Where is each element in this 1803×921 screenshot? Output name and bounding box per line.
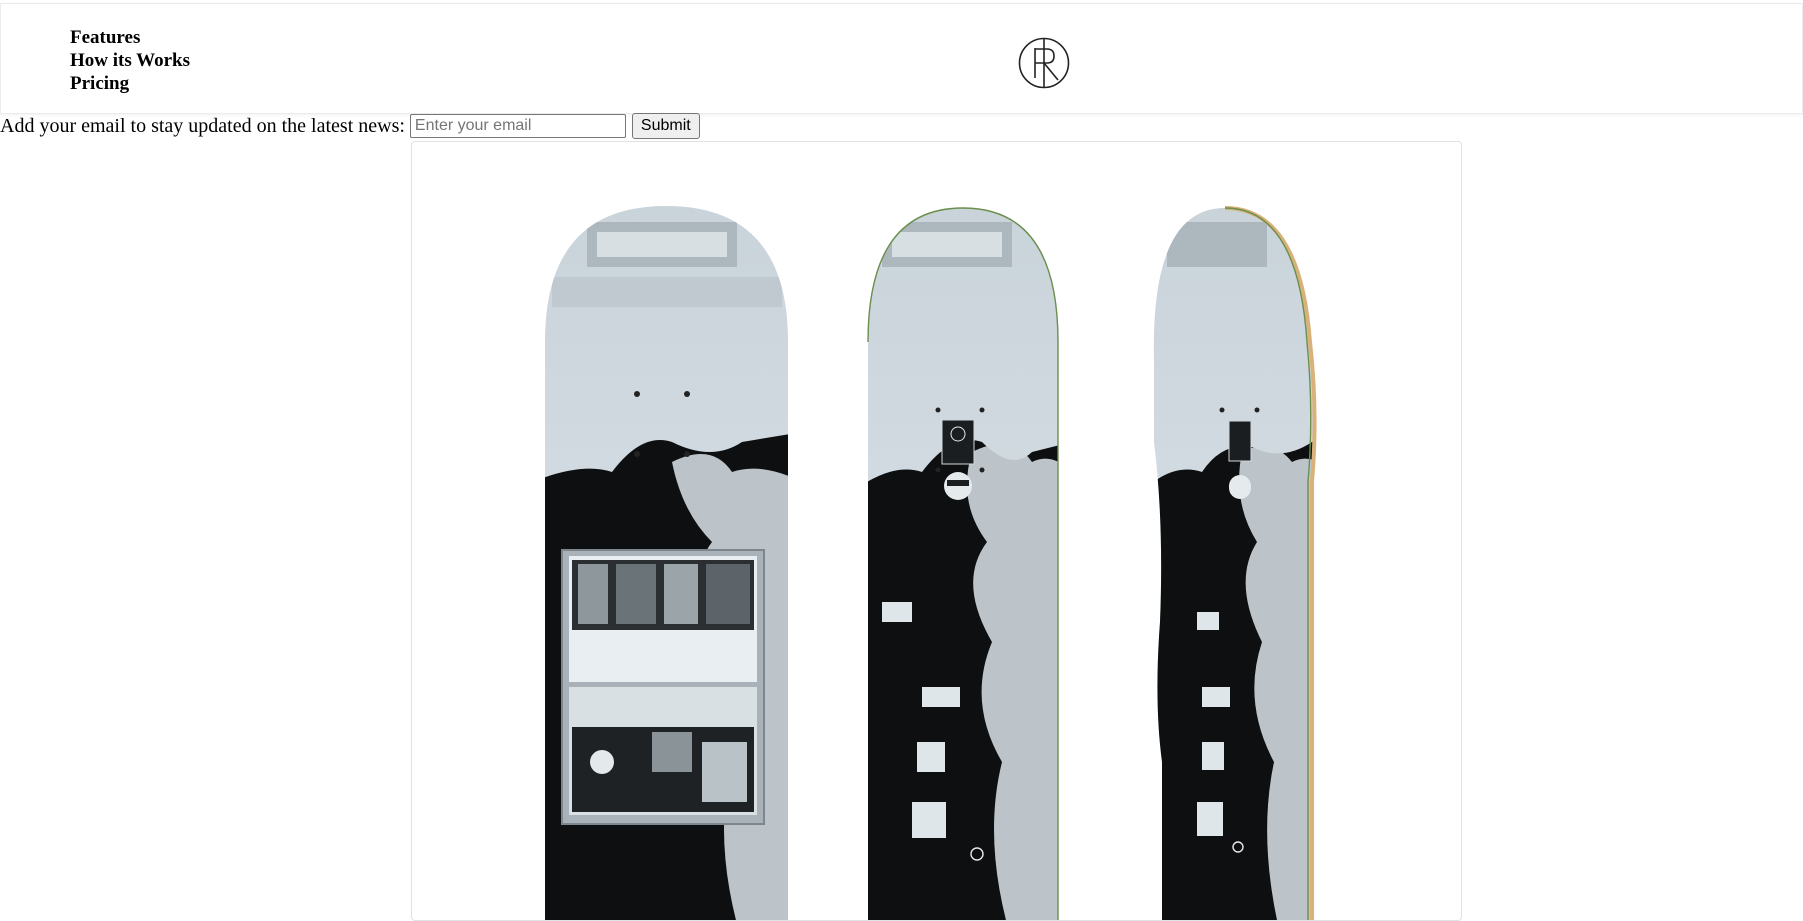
main-nav: Features How its Works Pricing — [70, 26, 190, 95]
newsletter-signup: Add your email to stay updated on the la… — [0, 112, 700, 140]
nav-item-how-it-works[interactable]: How its Works — [70, 49, 190, 72]
nav-item-features[interactable]: Features — [70, 26, 190, 49]
deck-1 — [545, 206, 788, 920]
site-header: Features How its Works Pricing — [0, 3, 1803, 114]
polar-logo-icon[interactable] — [1018, 34, 1070, 92]
email-field[interactable] — [409, 114, 626, 138]
nav-item-pricing[interactable]: Pricing — [70, 72, 190, 95]
submit-button[interactable]: Submit — [631, 113, 700, 139]
skateboard-decks-image — [545, 206, 1317, 920]
newsletter-label: Add your email to stay updated on the la… — [0, 114, 405, 137]
product-card — [411, 141, 1462, 921]
deck-2 — [868, 208, 1058, 920]
